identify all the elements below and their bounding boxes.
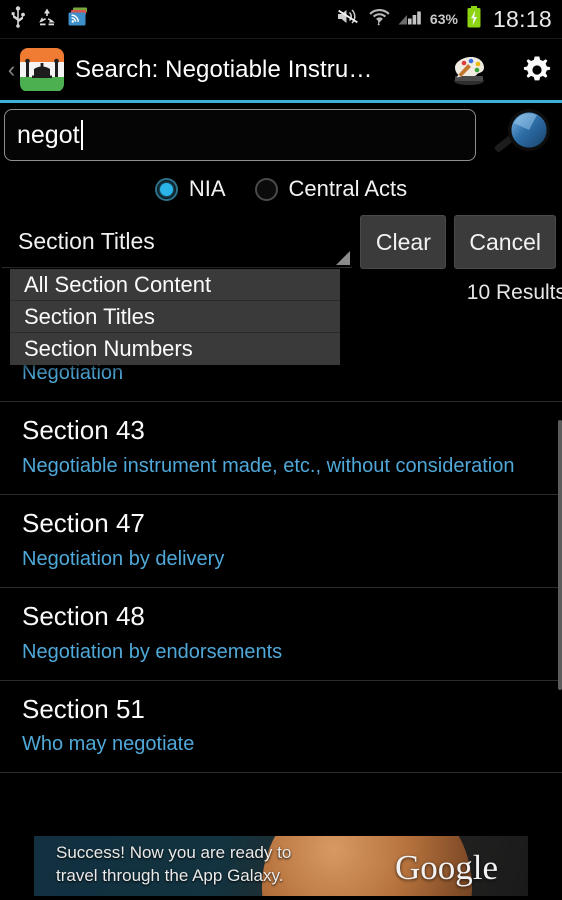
palette-icon[interactable] [452, 55, 486, 85]
battery-charging-icon [466, 5, 482, 33]
result-title: Section 51 [22, 693, 145, 724]
result-subtitle: Who may negotiate [22, 733, 195, 756]
signal-bars-icon [398, 7, 422, 31]
action-bar: ‹ Search: Negotiable Instru… [0, 39, 562, 100]
search-input[interactable]: negot [4, 109, 476, 161]
currents-rss-icon [68, 7, 89, 31]
radio-option-nia[interactable]: NIA [154, 176, 226, 202]
back-chevron-icon[interactable]: ‹ [4, 57, 19, 83]
ad-content[interactable]: Success! Now you are ready to travel thr… [34, 836, 528, 896]
result-subtitle: Negotiation by endorsements [22, 640, 283, 663]
page-title: Search: Negotiable Instru… [75, 55, 373, 83]
sync-recycle-icon [37, 7, 57, 32]
radio-button-nia[interactable] [154, 177, 178, 201]
table-row[interactable]: Section 48 Negotiation by endorsements [0, 587, 562, 681]
magnifier-icon[interactable] [480, 106, 558, 164]
cancel-button[interactable]: Cancel [454, 215, 556, 269]
search-row: negot [0, 103, 562, 167]
spinner-selected-value: Section Titles [18, 228, 155, 254]
text-caret [80, 120, 83, 150]
dropdown-item-section-numbers[interactable]: Section Numbers [10, 333, 340, 365]
spinner-dropdown-icon [336, 251, 351, 265]
list-scrollbar[interactable] [558, 420, 562, 690]
google-logo: Google [394, 848, 498, 887]
battery-percent-label: 63% [429, 11, 458, 27]
usb-icon [10, 5, 26, 33]
search-input-value: negot [17, 120, 80, 149]
result-subtitle: Negotiation by delivery [22, 547, 225, 570]
result-title: Section 43 [22, 414, 145, 445]
table-row[interactable]: Section 51 Who may negotiate [0, 680, 562, 774]
spinner-dropdown-menu: All Section Content Section Titles Secti… [10, 269, 340, 365]
dropdown-item-all-section-content[interactable]: All Section Content [10, 269, 340, 301]
ad-line-2: travel through the App Galaxy. [56, 865, 284, 885]
radio-button-central-acts[interactable] [254, 177, 278, 201]
status-bar: 63% 18:18 [0, 0, 562, 38]
controls-row: Section Titles Clear Cancel [0, 211, 562, 273]
status-bar-left-icons [10, 5, 89, 33]
result-title: Section 48 [22, 600, 145, 631]
ad-line-1: Success! Now you are ready to [56, 843, 292, 862]
dropdown-item-section-titles[interactable]: Section Titles [10, 301, 340, 333]
volume-muted-icon [337, 7, 361, 31]
action-bar-buttons [452, 55, 552, 85]
radio-label-central-acts: Central Acts [288, 176, 408, 201]
wifi-icon [369, 7, 390, 31]
gear-icon[interactable] [522, 55, 552, 85]
clear-button[interactable]: Clear [360, 215, 447, 269]
search-scope-spinner[interactable]: Section Titles [2, 216, 353, 268]
results-count-label: 10 Results [466, 281, 562, 304]
status-bar-right-icons: 63% 18:18 [337, 0, 552, 38]
table-row[interactable]: Section 47 Negotiation by delivery [0, 494, 562, 588]
result-title: Section 47 [22, 507, 145, 538]
result-subtitle: Negotiable instrument made, etc., withou… [22, 454, 515, 477]
ad-text: Success! Now you are ready to travel thr… [56, 842, 291, 888]
india-flag-icon[interactable] [20, 47, 64, 92]
results-list: Section 14 Negotiation Section 43 Negoti… [0, 313, 562, 774]
clock-label: 18:18 [492, 5, 552, 32]
radio-label-nia: NIA [188, 176, 226, 201]
ad-banner[interactable]: Success! Now you are ready to travel thr… [0, 832, 562, 900]
table-row[interactable]: Section 43 Negotiable instrument made, e… [0, 401, 562, 495]
radio-option-central-acts[interactable]: Central Acts [254, 176, 408, 202]
scope-radio-group: NIA Central Acts [0, 167, 562, 211]
